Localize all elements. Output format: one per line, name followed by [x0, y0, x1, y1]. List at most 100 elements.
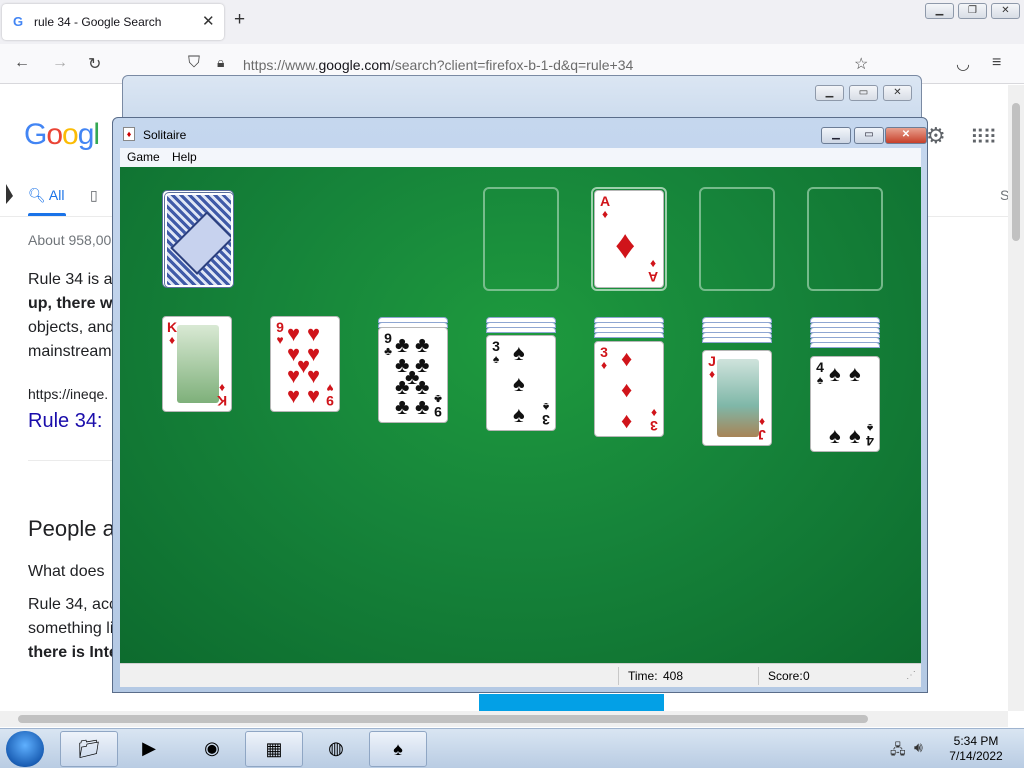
restore-button[interactable]: ❐: [958, 3, 987, 19]
spade-pip-icon: ♠: [513, 402, 525, 427]
tableau-card[interactable]: 3 ♠ ♠ ♠ ♠ 3 ♠: [486, 335, 556, 431]
foundation-slot-4[interactable]: [807, 187, 883, 291]
reload-icon[interactable]: ↻: [88, 54, 101, 74]
tab-close-button[interactable]: ✕: [202, 12, 215, 30]
solitaire-statusbar: Time: 408 Score: 0 ⋰: [120, 663, 921, 687]
foundation-slot-3[interactable]: [699, 187, 775, 291]
network-icon[interactable]: 🖧︎: [890, 739, 906, 763]
foundation-card[interactable]: A ♦ ♦ A ♦: [594, 190, 664, 288]
card-rank: J: [758, 427, 766, 443]
hidden-card: [810, 342, 880, 348]
calculator-taskbar-icon[interactable]: ▦: [245, 731, 303, 767]
hidden-card: [702, 337, 772, 343]
card-suit: ♦: [601, 207, 609, 221]
tableau-card[interactable]: 9 ♣ ♣ ♣ ♣ ♣ ♣ ♣ ♣ ♣ ♣ 9 ♣: [378, 327, 448, 423]
mouse-cursor-icon: [6, 184, 13, 204]
spade-pip-icon: ♠: [513, 340, 525, 365]
tableau-card[interactable]: J ♦ J ♦: [702, 350, 772, 446]
bg-minimize-button[interactable]: ▁: [815, 85, 844, 101]
card-suit: ♣: [384, 344, 392, 358]
google-apps-icon[interactable]: ⠿⠿: [970, 125, 997, 150]
tableau-card[interactable]: K ♦ K ♦: [162, 316, 232, 412]
blue-page-button[interactable]: [479, 694, 664, 711]
google-logo[interactable]: Googl: [24, 118, 100, 152]
solitaire-taskbar-icon[interactable]: ♠: [369, 731, 427, 767]
new-tab-button[interactable]: +: [234, 9, 245, 31]
taskbar: 📁︎ ▶ ◉ ▦ ◍ ♠ 🖧︎ 🔊︎ 5:34 PM 7/14/2022: [0, 728, 1024, 768]
snippet-line: objects, and: [28, 319, 115, 336]
foundation-slot-1[interactable]: [483, 187, 559, 291]
pocket-icon[interactable]: ◡: [956, 54, 970, 74]
paa-question[interactable]: What does: [28, 563, 104, 581]
back-arrow-icon[interactable]: ←: [14, 54, 30, 72]
solitaire-titlebar[interactable]: ♦ Solitaire ▁ ▭ ✕: [113, 118, 927, 148]
heart-pip-icon: ♥: [287, 383, 301, 408]
card-corner: 3 ♠: [539, 400, 553, 428]
system-clock[interactable]: 5:34 PM 7/14/2022: [936, 734, 1016, 764]
tab-title: rule 34 - Google Search: [34, 15, 162, 29]
lock-icon[interactable]: 🔒︎: [217, 54, 224, 71]
diamond-pip-icon: ♦: [621, 346, 633, 371]
card-corner: 4 ♠: [813, 360, 827, 386]
tableau-card[interactable]: 9 ♥ ♥ ♥ ♥ ♥ ♥ ♥ ♥ ♥ ♥ 9 ♥: [270, 316, 340, 412]
menu-help[interactable]: Help: [172, 150, 197, 164]
bg-close-button[interactable]: ✕: [883, 85, 912, 101]
horizontal-scrollbar[interactable]: [0, 711, 1008, 727]
card-corner: A ♦: [598, 194, 612, 220]
tableau-card[interactable]: 4 ♠ ♠ ♠ ♠ ♠ 4 ♠: [810, 356, 880, 452]
card-suit: ♠: [816, 373, 824, 387]
solitaire-window[interactable]: ♦ Solitaire ▁ ▭ ✕ Game Help A ♦ ♦ A ♦ K ♦ K…: [112, 117, 928, 693]
result-count: About 958,00: [28, 232, 112, 248]
spade-pip-icon: ♠: [849, 423, 861, 448]
media-player-taskbar-icon[interactable]: ▶: [120, 731, 178, 767]
card-suit: ♠: [492, 352, 500, 366]
card-corner: 3 ♦: [647, 406, 661, 434]
url-path: /search?client=firefox-b-1-d&q=rule+34: [390, 57, 634, 73]
spade-pip-icon: ♠: [829, 423, 841, 448]
result-url[interactable]: https://ineqe.: [28, 386, 108, 402]
tab-all[interactable]: 🔍︎ All: [28, 187, 64, 204]
forward-arrow-icon[interactable]: →: [52, 54, 68, 72]
logo-letter: o: [46, 118, 63, 151]
settings-gear-icon[interactable]: ⚙: [926, 123, 946, 149]
card-corner: 4 ♠: [863, 421, 877, 449]
google-favicon-icon: G: [13, 14, 24, 29]
result-title-link[interactable]: Rule 34:: [28, 410, 103, 433]
paa-answer-line: Rule 34, acc: [28, 596, 117, 613]
url-text[interactable]: https://www.google.com/search?client=fir…: [243, 57, 633, 73]
tab-books-icon[interactable]: ▯: [90, 187, 98, 204]
paa-answer-line: there is Inte: [28, 644, 118, 661]
vertical-scrollbar[interactable]: [1008, 85, 1024, 711]
explorer-taskbar-icon[interactable]: 📁︎: [60, 731, 118, 767]
solitaire-minimize-button[interactable]: ▁: [821, 127, 851, 144]
bg-maximize-button[interactable]: ▭: [849, 85, 878, 101]
game-table[interactable]: A ♦ ♦ A ♦ K ♦ K ♦ 9 ♥ ♥ ♥ ♥ ♥ ♥ ♥ ♥ ♥ ♥ 9 ♥: [120, 167, 921, 663]
close-window-button[interactable]: ✕: [991, 3, 1020, 19]
volume-icon[interactable]: 🔊︎: [914, 739, 923, 756]
chrome-taskbar-icon[interactable]: ◉: [183, 731, 241, 767]
browser-tab[interactable]: G rule 34 - Google Search ✕: [2, 4, 224, 40]
heart-pip-icon: ♥: [307, 383, 321, 408]
vertical-scroll-thumb[interactable]: [1012, 103, 1020, 241]
resize-grip-icon[interactable]: ⋰: [906, 670, 916, 681]
paa-answer-line: something li: [28, 620, 114, 637]
horizontal-scroll-thumb[interactable]: [18, 715, 868, 723]
tab-s[interactable]: S: [1000, 187, 1008, 203]
menu-game[interactable]: Game: [127, 150, 160, 164]
bookmark-star-icon[interactable]: ☆: [854, 54, 868, 74]
status-separator: [618, 667, 619, 685]
diamond-pip-icon: ♦: [615, 223, 636, 267]
hamburger-menu-icon[interactable]: ≡: [992, 54, 1001, 72]
snippet-line: Rule 34 is a: [28, 271, 113, 288]
solitaire-title: Solitaire: [143, 128, 187, 142]
tableau-card[interactable]: 3 ♦ ♦ ♦ ♦ 3 ♦: [594, 341, 664, 437]
minimize-button[interactable]: ▁: [925, 3, 954, 19]
card-corner: J ♦: [755, 415, 769, 443]
shield-icon[interactable]: ⛉: [188, 54, 200, 72]
stock-pile[interactable]: [165, 193, 233, 287]
solitaire-close-button[interactable]: ✕: [885, 127, 927, 144]
solitaire-maximize-button[interactable]: ▭: [854, 127, 884, 144]
start-button[interactable]: [6, 731, 44, 767]
firefox-taskbar-icon[interactable]: ◍: [307, 731, 365, 767]
time-label: Time:: [628, 669, 658, 683]
